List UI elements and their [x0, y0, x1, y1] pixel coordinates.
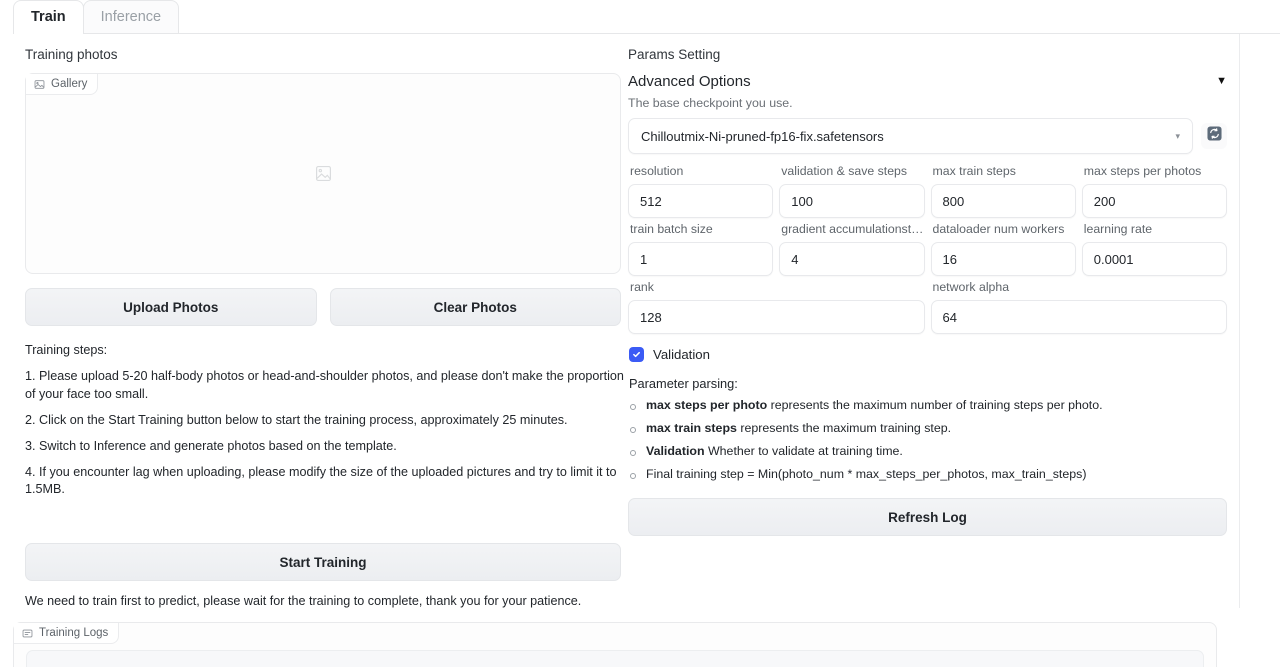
- tab-bar: Train Inference: [13, 0, 1280, 34]
- parameter-parsing-list: max steps per photo represents the maxim…: [628, 397, 1227, 484]
- chevron-down-icon[interactable]: ▼: [1216, 76, 1227, 87]
- checkpoint-select-value: Chilloutmix-Ni-pruned-fp16-fix.safetenso…: [641, 128, 884, 144]
- param-row-3: rank 128 network alpha 64: [628, 280, 1227, 335]
- list-item: Final training step = Min(photo_num * ma…: [628, 466, 1227, 484]
- field-dataloader-num-workers-input[interactable]: 16: [930, 242, 1076, 277]
- field-max-train-steps: max train steps 800: [930, 164, 1076, 219]
- field-validation-save-steps: validation & save steps 100: [779, 164, 925, 219]
- training-logs-textarea[interactable]: [26, 650, 1204, 667]
- textbox-icon: [22, 628, 33, 639]
- field-max-train-steps-label: max train steps: [932, 164, 1016, 179]
- parameter-parsing-title: Parameter parsing:: [629, 376, 738, 392]
- training-photos-label: Training photos: [25, 47, 118, 62]
- field-resolution-input[interactable]: 512: [628, 184, 774, 219]
- start-training-button[interactable]: Start Training: [25, 543, 621, 582]
- param-row-2: train batch size 1 gradient accumulation…: [628, 222, 1227, 277]
- list-item: max steps per photo represents the maxim…: [628, 397, 1227, 415]
- training-logs-chip-label: Training Logs: [39, 627, 109, 640]
- photo-actions: Upload Photos Clear Photos: [25, 288, 621, 327]
- refresh-log-row: Refresh Log: [628, 498, 1227, 537]
- field-gradient-accumulation-steps-input[interactable]: 4: [779, 242, 925, 277]
- parsing-desc-3: Whether to validate at training time.: [704, 444, 903, 459]
- field-network-alpha-label: network alpha: [932, 280, 1010, 295]
- field-resolution: resolution 512: [628, 164, 774, 219]
- list-item: Validation Whether to validate at traini…: [628, 443, 1227, 461]
- training-steps: Training steps: 1. Please upload 5-20 ha…: [25, 342, 625, 499]
- training-step-1: 1. Please upload 5-20 half-body photos o…: [25, 369, 624, 401]
- field-validation-save-steps-label: validation & save steps: [781, 164, 908, 179]
- main-content: Training photos Gallery Upload Photos Cl…: [0, 34, 1240, 609]
- field-learning-rate-label: learning rate: [1083, 222, 1153, 237]
- training-logs-chip: Training Logs: [14, 623, 120, 645]
- validation-checkbox-row[interactable]: Validation: [629, 347, 1227, 363]
- parsing-term-2: max train steps: [646, 421, 737, 436]
- field-dataloader-num-workers-label: dataloader num workers: [932, 222, 1065, 237]
- advanced-options-header[interactable]: Advanced Options ▼: [628, 73, 1227, 90]
- field-network-alpha-input[interactable]: 64: [930, 300, 1227, 335]
- training-step-3: 3. Switch to Inference and generate phot…: [25, 438, 397, 453]
- parsing-desc-2: represents the maximum training step.: [736, 421, 952, 436]
- field-learning-rate: learning rate 0.0001: [1081, 222, 1227, 277]
- clear-photos-button[interactable]: Clear Photos: [329, 288, 621, 327]
- training-logs-panel: Training Logs: [13, 622, 1217, 667]
- training-note: We need to train first to predict, pleas…: [25, 594, 582, 609]
- image-placeholder-icon: [26, 74, 620, 273]
- upload-photos-button[interactable]: Upload Photos: [25, 288, 317, 327]
- chevron-down-icon: ▾: [1175, 130, 1180, 141]
- tab-train-label: Train: [31, 8, 66, 25]
- tab-inference-label: Inference: [100, 8, 162, 25]
- field-dataloader-num-workers: dataloader num workers 16: [930, 222, 1076, 277]
- checkpoint-select[interactable]: Chilloutmix-Ni-pruned-fp16-fix.safetenso…: [628, 118, 1193, 155]
- field-validation-save-steps-input[interactable]: 100: [779, 184, 925, 219]
- advanced-options-title: Advanced Options: [628, 73, 751, 91]
- param-row-1: resolution 512 validation & save steps 1…: [628, 164, 1227, 219]
- parsing-term-3: Validation: [646, 444, 705, 459]
- validation-checkbox-label: Validation: [653, 347, 710, 363]
- field-learning-rate-input[interactable]: 0.0001: [1081, 242, 1227, 277]
- field-max-train-steps-input[interactable]: 800: [930, 184, 1076, 219]
- checkpoint-description: The base checkpoint you use.: [628, 96, 793, 111]
- field-max-steps-per-photos-label: max steps per photos: [1083, 164, 1202, 179]
- field-max-steps-per-photos-input[interactable]: 200: [1081, 184, 1227, 219]
- field-gradient-accumulation-steps-label: gradient accumulationsteps: [781, 222, 925, 237]
- refresh-checkpoints-button[interactable]: [1201, 123, 1227, 150]
- field-train-batch-size-label: train batch size: [630, 222, 713, 237]
- list-item: max train steps represents the maximum t…: [628, 420, 1227, 438]
- right-panel: Params Setting Advanced Options ▼ The ba…: [620, 34, 1239, 608]
- field-gradient-accumulation-steps: gradient accumulationsteps 4: [779, 222, 925, 277]
- param-fields: resolution 512 validation & save steps 1…: [628, 164, 1227, 335]
- field-train-batch-size: train batch size 1: [628, 222, 774, 277]
- training-step-4: 4. If you encounter lag when uploading, …: [25, 464, 617, 497]
- tab-inference[interactable]: Inference: [82, 0, 180, 33]
- parsing-term-1: max steps per photo: [646, 398, 768, 413]
- parsing-desc-1: represents the maximum number of trainin…: [767, 398, 1103, 413]
- field-rank-label: rank: [630, 280, 654, 295]
- params-setting-label: Params Setting: [628, 47, 721, 62]
- refresh-icon: [1206, 126, 1222, 146]
- field-rank: rank 128: [628, 280, 925, 335]
- refresh-log-button[interactable]: Refresh Log: [628, 498, 1227, 537]
- field-network-alpha: network alpha 64: [930, 280, 1227, 335]
- left-panel: Training photos Gallery Upload Photos Cl…: [0, 34, 624, 609]
- training-steps-title: Training steps:: [25, 343, 108, 358]
- field-rank-input[interactable]: 128: [628, 300, 925, 335]
- parsing-desc-4: Final training step = Min(photo_num * ma…: [646, 467, 1087, 482]
- start-training-row: Start Training: [25, 543, 621, 582]
- tab-train[interactable]: Train: [13, 0, 84, 34]
- field-max-steps-per-photos: max steps per photos 200: [1081, 164, 1227, 219]
- validation-checkbox[interactable]: [629, 347, 644, 363]
- app-root: Train Inference Training photos Gallery …: [0, 0, 1280, 667]
- training-step-2: 2. Click on the Start Training button be…: [25, 412, 568, 427]
- checkpoint-row: Chilloutmix-Ni-pruned-fp16-fix.safetenso…: [628, 118, 1227, 155]
- field-train-batch-size-input[interactable]: 1: [628, 242, 774, 277]
- field-resolution-label: resolution: [630, 164, 684, 179]
- gallery-dropzone[interactable]: Gallery: [25, 73, 621, 275]
